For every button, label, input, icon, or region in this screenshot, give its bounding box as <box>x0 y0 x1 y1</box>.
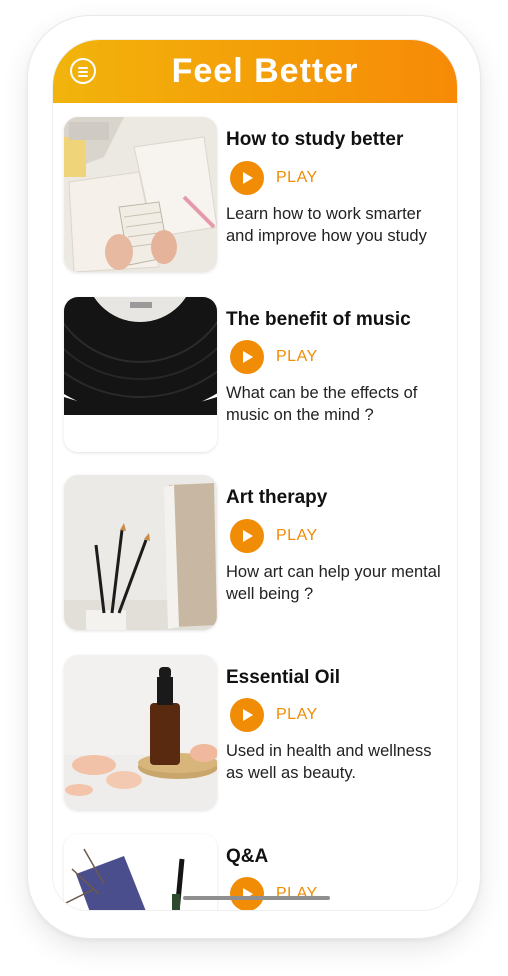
play-label: PLAY <box>276 348 318 365</box>
list-item[interactable]: How to study better PLAY Learn how to wo… <box>64 117 450 275</box>
notebook-study-image <box>64 117 217 272</box>
item-title: How to study better <box>226 129 404 150</box>
item-title: Essential Oil <box>226 667 341 688</box>
vinyl-record-image <box>64 297 217 452</box>
essential-oil-bottle-image <box>64 655 217 810</box>
play-button[interactable]: PLAY <box>230 161 318 195</box>
item-description: How art can help your mental well being … <box>226 563 441 603</box>
play-icon <box>230 340 264 374</box>
play-label: PLAY <box>276 885 318 902</box>
paintbrushes-canvas-image <box>64 475 217 630</box>
play-label: PLAY <box>276 527 318 544</box>
item-title: Q&A <box>226 846 269 867</box>
play-label: PLAY <box>276 169 318 186</box>
play-button[interactable]: PLAY <box>230 519 318 553</box>
app-screen: Feel Better How to study better PLAY Lea… <box>53 40 457 910</box>
play-icon <box>230 877 264 910</box>
item-title: Art therapy <box>226 487 328 508</box>
item-description: What can be the effects of music on the … <box>226 384 418 424</box>
play-button[interactable]: PLAY <box>230 877 318 910</box>
item-description: Learn how to work smarter and improve ho… <box>226 205 427 245</box>
play-icon <box>230 519 264 553</box>
list-item[interactable]: Essential Oil PLAY Used in health and we… <box>64 655 450 813</box>
hamburger-menu-icon[interactable] <box>70 58 96 84</box>
play-button[interactable]: PLAY <box>230 698 318 732</box>
list-item[interactable]: The benefit of music PLAY What can be th… <box>64 297 450 455</box>
content-list: How to study better PLAY Learn how to wo… <box>53 103 457 910</box>
item-title: The benefit of music <box>226 309 411 330</box>
play-icon <box>230 161 264 195</box>
play-button[interactable]: PLAY <box>230 340 318 374</box>
item-description: Used in health and wellness as well as b… <box>226 742 432 782</box>
home-indicator[interactable] <box>183 896 330 900</box>
app-header: Feel Better <box>53 40 457 103</box>
app-title: Feel Better <box>171 52 359 90</box>
play-label: PLAY <box>276 706 318 723</box>
list-item[interactable]: Art therapy PLAY How art can help your m… <box>64 475 450 633</box>
play-icon <box>230 698 264 732</box>
